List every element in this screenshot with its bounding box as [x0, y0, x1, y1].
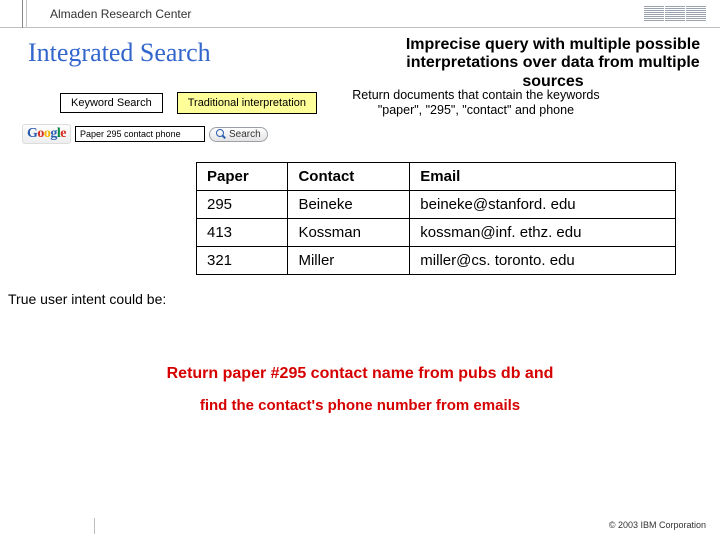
- cell: 295: [197, 191, 288, 219]
- cell: 321: [197, 247, 288, 275]
- intent-line-2: find the contact's phone number from ema…: [0, 397, 720, 414]
- col-header: Paper: [197, 163, 288, 191]
- search-input[interactable]: [75, 126, 205, 142]
- org-name: Almaden Research Center: [50, 7, 191, 21]
- traditional-interpretation-label: Traditional interpretation: [177, 92, 317, 114]
- ibm-logo: [644, 6, 710, 21]
- interpretation-text: Return documents that contain the keywor…: [331, 88, 621, 118]
- header-decor: [26, 0, 27, 28]
- col-header: Email: [410, 163, 676, 191]
- cell: Kossman: [288, 219, 410, 247]
- header-bar: Almaden Research Center: [0, 0, 720, 28]
- subtitle: Imprecise query with multiple possible i…: [394, 36, 712, 91]
- table-row: 321 Miller miller@cs. toronto. edu: [197, 247, 676, 275]
- cell: Beineke: [288, 191, 410, 219]
- table-row: 295 Beineke beineke@stanford. edu: [197, 191, 676, 219]
- cell: Miller: [288, 247, 410, 275]
- search-row: Google Search: [0, 118, 720, 144]
- intent-body: Return paper #295 contact name from pubs…: [0, 365, 720, 414]
- cell: kossman@inf. ethz. edu: [410, 219, 676, 247]
- google-logo: Google: [22, 124, 71, 144]
- header-decor: [22, 0, 23, 28]
- cell: 413: [197, 219, 288, 247]
- cell: miller@cs. toronto. edu: [410, 247, 676, 275]
- search-button[interactable]: Search: [209, 127, 268, 142]
- search-icon: [216, 129, 226, 139]
- intent-label: True user intent could be:: [0, 275, 720, 307]
- cell: beineke@stanford. edu: [410, 191, 676, 219]
- keyword-search-label: Keyword Search: [60, 93, 163, 113]
- table-row: 413 Kossman kossman@inf. ethz. edu: [197, 219, 676, 247]
- table-header-row: Paper Contact Email: [197, 163, 676, 191]
- search-button-label: Search: [229, 129, 261, 140]
- results-table: Paper Contact Email 295 Beineke beineke@…: [196, 162, 676, 275]
- footer-copyright: © 2003 IBM Corporation: [609, 520, 706, 530]
- col-header: Contact: [288, 163, 410, 191]
- intent-line-1: Return paper #295 contact name from pubs…: [0, 365, 720, 383]
- footer-decor: [94, 518, 95, 534]
